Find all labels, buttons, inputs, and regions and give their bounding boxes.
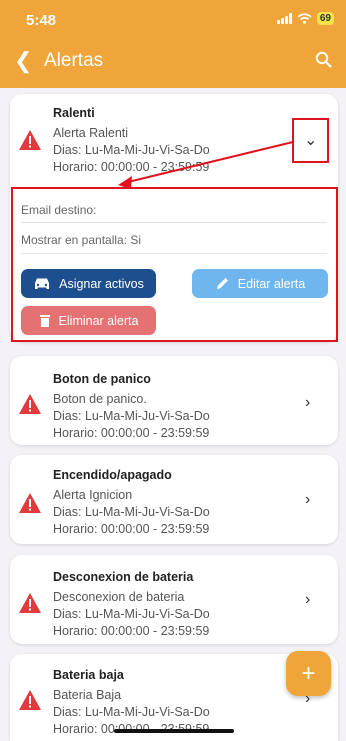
alert-title: Boton de panico [53, 372, 151, 386]
highlight-box-details [11, 187, 338, 342]
warning-icon [19, 493, 41, 513]
alert-title: Bateria baja [53, 668, 124, 682]
home-indicator [114, 729, 234, 733]
warning-icon [19, 394, 41, 414]
alert-type: Alerta Ignicion [53, 488, 133, 502]
alert-hours: Horario: 00:00:00 - 23:59:59 [53, 522, 210, 536]
alert-hours: Horario: 00:00:00 - 23:59:59 [53, 426, 210, 440]
alert-info: Bateria baja Bateria Baja Dias: Lu-Ma-Mi… [53, 667, 210, 738]
chevron-right-icon[interactable]: › [305, 394, 330, 412]
alert-type: Boton de panico. [53, 392, 147, 406]
alert-info: Boton de panico Boton de panico. Dias: L… [53, 371, 210, 442]
alert-hours: Horario: 00:00:00 - 23:59:59 [53, 624, 210, 638]
alert-days: Dias: Lu-Ma-Mi-Ju-Vi-Sa-Do [53, 505, 210, 519]
alert-days: Dias: Lu-Ma-Mi-Ju-Vi-Sa-Do [53, 607, 210, 621]
warning-icon [19, 690, 41, 710]
alert-days: Dias: Lu-Ma-Mi-Ju-Vi-Sa-Do [53, 409, 210, 423]
chevron-right-icon[interactable]: › [305, 491, 330, 509]
alert-type: Desconexion de bateria [53, 590, 185, 604]
chevron-right-icon[interactable]: › [305, 591, 330, 609]
alert-days: Dias: Lu-Ma-Mi-Ju-Vi-Sa-Do [53, 705, 210, 719]
alert-title: Desconexion de bateria [53, 570, 194, 584]
alert-info: Desconexion de bateria Desconexion de ba… [53, 569, 210, 640]
warning-icon [19, 593, 41, 613]
alert-title: Encendido/apagado [53, 468, 172, 482]
add-alert-button[interactable]: + [286, 651, 331, 696]
alert-type: Bateria Baja [53, 688, 122, 702]
alert-info: Encendido/apagado Alerta Ignicion Dias: … [53, 467, 210, 538]
